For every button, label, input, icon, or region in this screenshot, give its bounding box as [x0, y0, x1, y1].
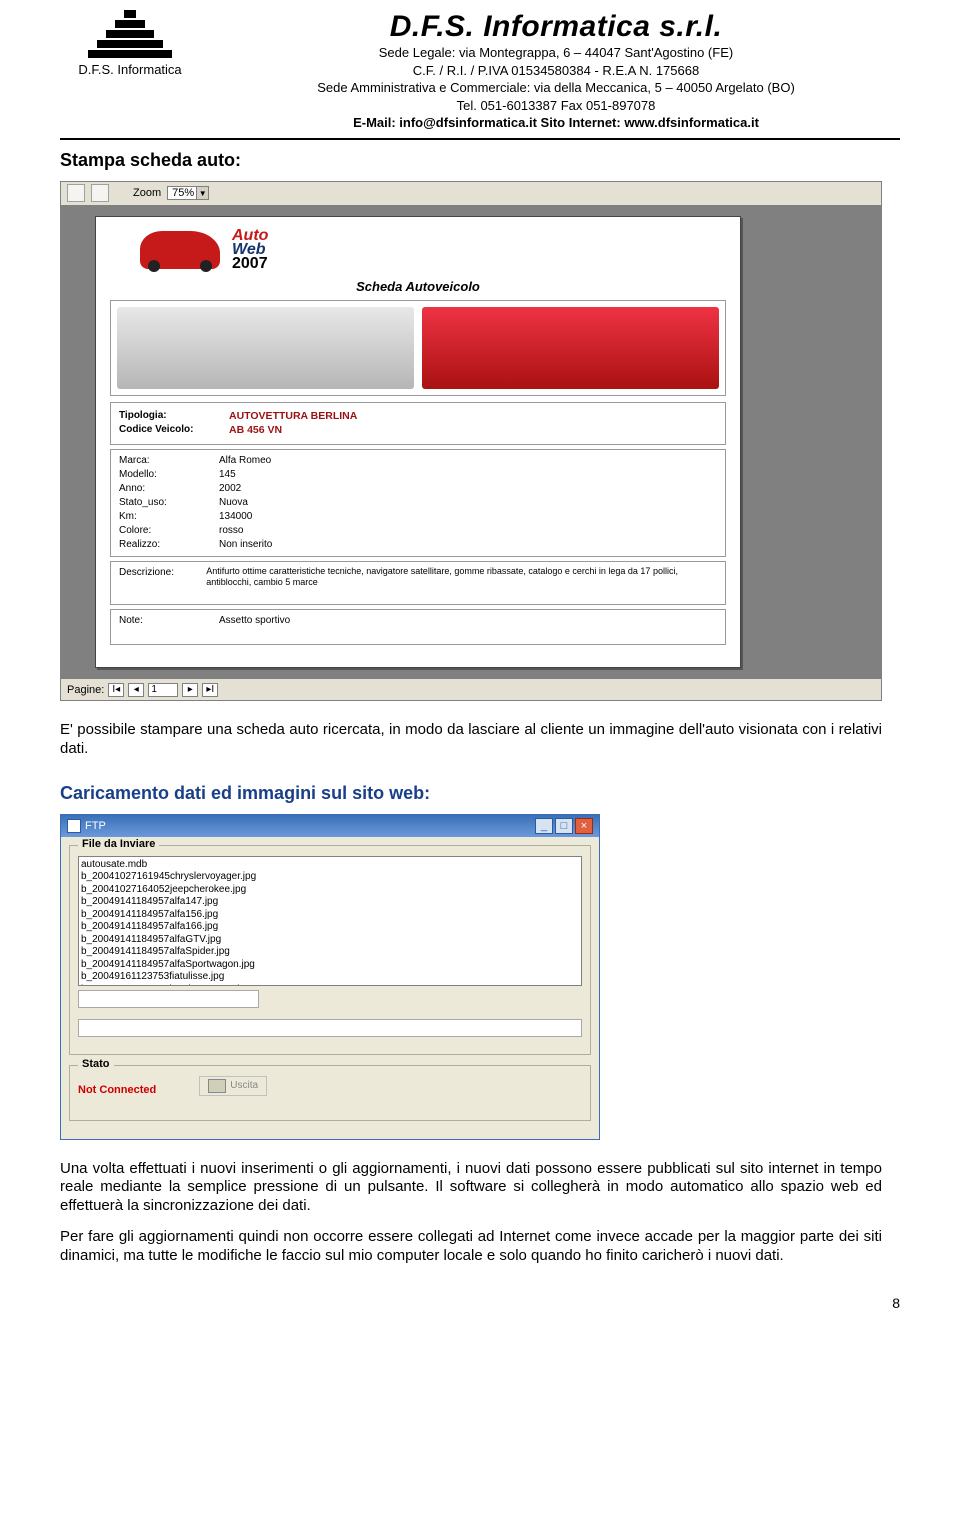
- ftp-title-text: FTP: [85, 820, 106, 832]
- brand-word-year: 2007: [232, 255, 268, 273]
- group-stato-label: Stato: [78, 1058, 114, 1070]
- combo-2[interactable]: [78, 1019, 582, 1037]
- lab-anno: Anno:: [119, 482, 219, 496]
- lab-colore: Colore:: [119, 524, 219, 538]
- exit-arrow-icon: [208, 1079, 226, 1093]
- company-contact: E-Mail: info@dfsinformatica.it Sito Inte…: [212, 114, 900, 132]
- company-phone: Tel. 051-6013387 Fax 051-897078: [212, 97, 900, 115]
- ftp-window: FTP _ □ × File da Inviare autousate.mdbb…: [60, 814, 600, 1140]
- file-list-item[interactable]: b_20049161123753fiatulisse.jpg: [81, 971, 579, 984]
- val-tipologia: AUTOVETTURA BERLINA: [229, 409, 357, 424]
- lab-modello: Modello:: [119, 468, 219, 482]
- val-km: 134000: [219, 510, 252, 524]
- car-photo-red: [422, 307, 719, 389]
- company-address-legal: Sede Legale: via Montegrappa, 6 – 44047 …: [212, 44, 900, 62]
- company-logo: D.F.S. Informatica: [60, 10, 200, 77]
- export-icon[interactable]: [91, 184, 109, 202]
- zoom-select[interactable]: 75% ▼: [167, 186, 209, 200]
- lab-note: Note:: [119, 614, 219, 628]
- pager-prev-button[interactable]: ◂: [128, 683, 144, 697]
- report-brand: Auto Web 2007: [140, 227, 726, 273]
- info-block-desc: Descrizione:Antifurto ottime caratterist…: [110, 561, 726, 605]
- photo-box: [110, 300, 726, 396]
- header-divider: [60, 138, 900, 140]
- company-name: D.F.S. Informatica s.r.l.: [212, 10, 900, 44]
- lab-desc: Descrizione:: [119, 566, 206, 588]
- file-list-item[interactable]: b_2004916123918chryslervoyager.jpg: [81, 984, 579, 986]
- lab-realizzo: Realizzo:: [119, 538, 219, 552]
- company-fiscal: C.F. / R.I. / P.IVA 01534580384 - R.E.A …: [212, 62, 900, 80]
- ftp-app-icon: [67, 819, 81, 833]
- report-title: Scheda Autoveicolo: [110, 279, 726, 294]
- pager-next-button[interactable]: ▸: [182, 683, 198, 697]
- car-illustration-icon: [140, 231, 220, 269]
- company-address-admin: Sede Amministrativa e Commerciale: via d…: [212, 79, 900, 97]
- uscita-button[interactable]: Uscita: [199, 1076, 267, 1096]
- file-list-item[interactable]: b_20049141184957alfaSportwagon.jpg: [81, 959, 579, 972]
- val-desc: Antifurto ottime caratteristiche tecnich…: [206, 566, 717, 588]
- section-stampa-title: Stampa scheda auto:: [60, 150, 900, 171]
- lab-tipologia: Tipologia:: [119, 409, 229, 424]
- lab-marca: Marca:: [119, 454, 219, 468]
- print-preview-window: Zoom 75% ▼ Auto Web 2007 Scheda Autoveic…: [60, 181, 882, 701]
- lab-codice: Codice Veicolo:: [119, 423, 229, 438]
- val-modello: 145: [219, 468, 236, 482]
- section-caricamento-title: Caricamento dati ed immagini sul sito we…: [60, 783, 900, 804]
- chevron-down-icon: ▼: [196, 187, 208, 199]
- pager-last-button[interactable]: ▸I: [202, 683, 218, 697]
- page-number: 8: [60, 1295, 900, 1311]
- para-stampa: E' possibile stampare una scheda auto ri…: [60, 721, 882, 759]
- lab-stato-uso: Stato_uso:: [119, 496, 219, 510]
- pager-page-input[interactable]: 1: [148, 683, 178, 697]
- lab-km: Km:: [119, 510, 219, 524]
- para-caricamento-1: Una volta effettuati i nuovi inserimenti…: [60, 1160, 882, 1216]
- document-header: D.F.S. Informatica D.F.S. Informatica s.…: [60, 10, 900, 132]
- car-photo-silver: [117, 307, 414, 389]
- info-block-1: Tipologia:AUTOVETTURA BERLINA Codice Vei…: [110, 402, 726, 445]
- company-info: D.F.S. Informatica s.r.l. Sede Legale: v…: [212, 10, 900, 132]
- file-list-item[interactable]: b_20049141184957alfa156.jpg: [81, 909, 579, 922]
- pager-bar: Pagine: I◂ ◂ 1 ▸ ▸I: [61, 678, 881, 700]
- stato-text: Not Connected: [78, 1084, 156, 1096]
- pager-label: Pagine:: [67, 684, 104, 696]
- para-caricamento-2: Per fare gli aggiornamenti quindi non oc…: [60, 1228, 882, 1266]
- val-note: Assetto sportivo: [219, 614, 290, 628]
- report-page: Auto Web 2007 Scheda Autoveicolo Tipolog…: [95, 216, 741, 668]
- minimize-button[interactable]: _: [535, 818, 553, 834]
- group-file-da-inviare: File da Inviare autousate.mdbb_200410271…: [69, 845, 591, 1055]
- logo-caption: D.F.S. Informatica: [78, 62, 181, 77]
- val-colore: rosso: [219, 524, 243, 538]
- combo-1[interactable]: [78, 990, 259, 1008]
- file-list-item[interactable]: b_20049141184957alfa147.jpg: [81, 896, 579, 909]
- file-list-item[interactable]: b_20049141184957alfaSpider.jpg: [81, 946, 579, 959]
- info-block-note: Note:Assetto sportivo: [110, 609, 726, 645]
- info-block-2: Marca:Alfa Romeo Modello:145 Anno:2002 S…: [110, 449, 726, 557]
- val-stato-uso: Nuova: [219, 496, 248, 510]
- file-list-item[interactable]: b_20049141184957alfa166.jpg: [81, 921, 579, 934]
- close-button[interactable]: ×: [575, 818, 593, 834]
- group-stato: Stato Not Connected Uscita: [69, 1065, 591, 1121]
- ftp-titlebar: FTP _ □ ×: [61, 815, 599, 837]
- file-list-item[interactable]: b_20041027161945chryslervoyager.jpg: [81, 871, 579, 884]
- val-codice: AB 456 VN: [229, 423, 282, 438]
- val-realizzo: Non inserito: [219, 538, 272, 552]
- file-list-item[interactable]: b_20049141184957alfaGTV.jpg: [81, 934, 579, 947]
- zoom-label: Zoom: [133, 187, 161, 199]
- preview-viewport: Auto Web 2007 Scheda Autoveicolo Tipolog…: [61, 206, 881, 678]
- group-file-label: File da Inviare: [78, 838, 159, 850]
- file-listbox[interactable]: autousate.mdbb_20041027161945chryslervoy…: [78, 856, 582, 986]
- file-list-item[interactable]: b_20041027164052jeepcherokee.jpg: [81, 884, 579, 897]
- pager-first-button[interactable]: I◂: [108, 683, 124, 697]
- maximize-button[interactable]: □: [555, 818, 573, 834]
- val-anno: 2002: [219, 482, 241, 496]
- print-icon[interactable]: [67, 184, 85, 202]
- val-marca: Alfa Romeo: [219, 454, 271, 468]
- print-toolbar: Zoom 75% ▼: [61, 182, 881, 206]
- file-list-item[interactable]: autousate.mdb: [81, 859, 579, 872]
- logo-triangle-icon: [88, 10, 172, 60]
